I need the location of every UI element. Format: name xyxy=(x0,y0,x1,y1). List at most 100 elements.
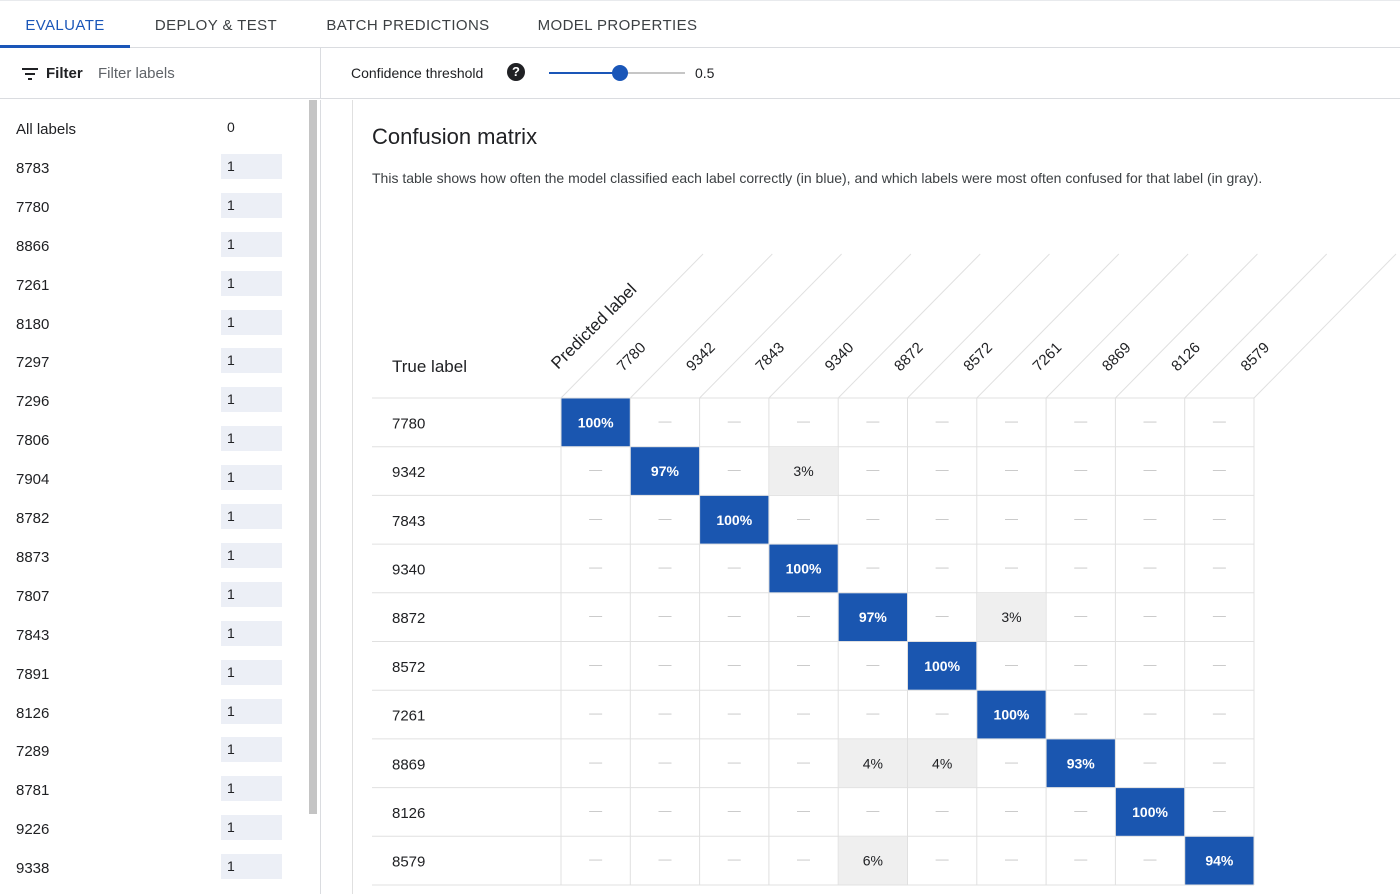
label-list-item[interactable]: 7806 1 xyxy=(0,421,300,459)
label-list-item[interactable]: 7261 1 xyxy=(0,266,300,304)
label-list-item[interactable]: 7296 1 xyxy=(0,382,300,420)
matrix-cell-empty: — xyxy=(1213,511,1226,526)
label-list-item[interactable]: 7843 1 xyxy=(0,616,300,654)
tab-batch-predictions[interactable]: BATCH PREDICTIONS xyxy=(318,1,498,48)
label-count: 1 xyxy=(221,581,282,607)
header-diagonal xyxy=(768,253,912,399)
filter-icon[interactable] xyxy=(22,68,38,80)
label-count: 1 xyxy=(221,659,282,685)
matrix-cell-empty: — xyxy=(658,754,671,769)
matrix-cell-empty: — xyxy=(1005,511,1018,526)
matrix-cell-empty: — xyxy=(658,852,671,867)
matrix-cell-empty: — xyxy=(1005,657,1018,672)
matrix-cell-empty: — xyxy=(728,608,741,623)
matrix-cell-empty: — xyxy=(866,413,879,428)
matrix-cell-empty: — xyxy=(589,511,602,526)
matrix-cell-empty: — xyxy=(1144,657,1157,672)
matrix-cell-empty: — xyxy=(936,852,949,867)
label-list-item[interactable]: 7297 1 xyxy=(0,343,300,381)
matrix-cell-empty: — xyxy=(936,706,949,721)
label-count: 1 xyxy=(221,815,282,841)
header-diagonal xyxy=(1045,253,1189,399)
matrix-cell-empty: — xyxy=(658,608,671,623)
label-count: 1 xyxy=(221,426,282,452)
slider-thumb[interactable] xyxy=(611,65,628,81)
row-label: 8872 xyxy=(392,610,425,627)
matrix-cell-value: 100% xyxy=(786,560,822,576)
header-diagonal xyxy=(1115,253,1258,399)
matrix-cell-empty: — xyxy=(728,657,741,672)
label-list-item[interactable]: All labels 0 xyxy=(0,110,300,148)
matrix-cell-empty: — xyxy=(797,852,810,867)
matrix-cell-value: 100% xyxy=(1132,804,1168,820)
matrix-cell-empty: — xyxy=(589,803,602,818)
matrix-cell-empty: — xyxy=(728,803,741,818)
content-divider xyxy=(352,100,353,894)
tab-model-properties[interactable]: MODEL PROPERTIES xyxy=(530,1,705,48)
label-name: 8783 xyxy=(16,159,50,177)
label-name: 7904 xyxy=(16,471,50,489)
label-name: 8180 xyxy=(16,315,50,333)
matrix-cell-empty: — xyxy=(1213,462,1226,477)
matrix-cell-empty: — xyxy=(797,657,810,672)
label-list-scrollbar[interactable] xyxy=(309,100,317,814)
label-count: 1 xyxy=(221,387,282,413)
matrix-cell-empty: — xyxy=(1074,706,1087,721)
matrix-cell-value: 97% xyxy=(859,609,888,625)
label-list-item[interactable]: 7891 1 xyxy=(0,655,300,693)
matrix-cell-empty: — xyxy=(589,657,602,672)
label-list-item[interactable]: 8180 1 xyxy=(0,305,300,343)
matrix-cell-empty: — xyxy=(1213,754,1226,769)
matrix-cell-empty: — xyxy=(797,706,810,721)
matrix-cell-empty: — xyxy=(1005,754,1018,769)
tab-deploy-test[interactable]: DEPLOY & TEST xyxy=(150,1,282,48)
label-count: 1 xyxy=(221,504,282,529)
matrix-cell-empty: — xyxy=(797,413,810,428)
label-list-item[interactable]: 8873 1 xyxy=(0,538,300,576)
matrix-cell-empty: — xyxy=(1144,559,1157,574)
label-name: 7891 xyxy=(16,665,50,683)
label-count: 1 xyxy=(221,737,282,763)
label-name: 7843 xyxy=(16,626,50,644)
matrix-cell-empty: — xyxy=(866,706,879,721)
label-list-item[interactable]: 8783 1 xyxy=(0,149,300,187)
matrix-cell-empty: — xyxy=(728,754,741,769)
filter-button[interactable]: Filter xyxy=(46,65,83,82)
matrix-cell-value: 100% xyxy=(924,658,960,674)
label-list-item[interactable]: 8781 1 xyxy=(0,771,300,809)
matrix-cell-empty: — xyxy=(1074,511,1087,526)
confidence-threshold-slider[interactable] xyxy=(549,65,685,81)
label-count: 0 xyxy=(227,119,235,135)
matrix-cell-empty: — xyxy=(1213,657,1226,672)
matrix-cell-empty: — xyxy=(797,754,810,769)
filter-labels-input[interactable] xyxy=(98,62,298,84)
label-list-item[interactable]: 7780 1 xyxy=(0,188,300,226)
matrix-cell-empty: — xyxy=(1213,413,1226,428)
matrix-cell-empty: — xyxy=(936,511,949,526)
tab-evaluate[interactable]: EVALUATE xyxy=(0,1,130,48)
column-label: 9340 xyxy=(822,339,858,375)
label-list-item[interactable]: 8782 1 xyxy=(0,499,300,537)
matrix-cell-empty: — xyxy=(1213,706,1226,721)
matrix-cell-empty: — xyxy=(1144,462,1157,477)
label-list-item[interactable]: 7904 1 xyxy=(0,460,300,498)
help-circle-icon[interactable]: ? xyxy=(507,63,525,81)
confidence-threshold-label: Confidence threshold xyxy=(351,65,484,81)
matrix-cell-empty: — xyxy=(866,803,879,818)
matrix-cell-empty: — xyxy=(728,413,741,428)
label-count: 1 xyxy=(221,776,282,802)
header-diagonal xyxy=(907,253,1050,399)
matrix-cell-value: 3% xyxy=(793,463,813,479)
matrix-cell-value: 3% xyxy=(1001,609,1021,625)
label-list-item[interactable]: 9338 1 xyxy=(0,849,300,887)
label-list-item[interactable]: 7807 1 xyxy=(0,577,300,615)
label-list-item[interactable]: 7289 1 xyxy=(0,732,300,770)
label-list-item[interactable]: 8866 1 xyxy=(0,227,300,265)
matrix-cell-empty: — xyxy=(658,413,671,428)
label-list-item[interactable]: 9226 1 xyxy=(0,810,300,848)
threshold-bar: Confidence threshold ? 0.5 xyxy=(321,48,1400,99)
matrix-cell-empty: — xyxy=(1144,413,1157,428)
label-name: 8781 xyxy=(16,782,50,800)
label-list-item[interactable]: 8126 1 xyxy=(0,694,300,732)
row-label: 8579 xyxy=(392,854,425,871)
